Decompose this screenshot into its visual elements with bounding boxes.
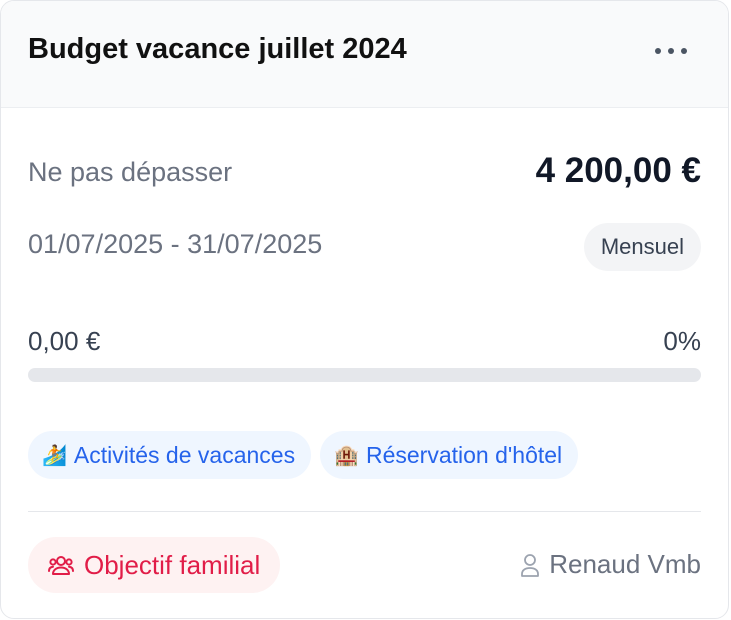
spent-percent: 0%: [663, 326, 701, 356]
category-label: Réservation d'hôtel: [365, 441, 563, 468]
goal-label: Objectif familial: [84, 549, 261, 580]
goal-badge[interactable]: Objectif familial: [28, 537, 281, 593]
surfer-icon: 🏄: [42, 444, 67, 467]
group-icon: [48, 556, 74, 575]
category-label: Activités de vacances: [73, 441, 296, 468]
category-chip-holiday-activities[interactable]: 🏄 Activités de vacances: [28, 431, 312, 479]
budget-card: Budget vacance juillet 2024 Ne pas dépas…: [0, 0, 729, 619]
budget-title: Budget vacance juillet 2024: [28, 33, 407, 65]
more-options-button[interactable]: [647, 35, 695, 67]
category-chips: 🏄 Activités de vacances 🏨 Réservation d'…: [28, 431, 579, 479]
frequency-badge: Mensuel: [583, 223, 701, 271]
owner: Renaud Vmb: [520, 549, 701, 580]
card-header: Budget vacance juillet 2024: [1, 1, 728, 108]
budget-progress-bar: [28, 368, 701, 382]
hotel-icon: 🏨: [334, 444, 359, 467]
owner-name: Renaud Vmb: [549, 549, 701, 579]
limit-amount: 4 200,00 €: [535, 151, 701, 190]
spent-amount: 0,00 €: [28, 326, 101, 356]
divider: [28, 511, 701, 512]
more-horizontal-icon: [655, 48, 687, 54]
category-chip-hotel-booking[interactable]: 🏨 Réservation d'hôtel: [320, 431, 579, 479]
user-icon: [521, 553, 540, 577]
